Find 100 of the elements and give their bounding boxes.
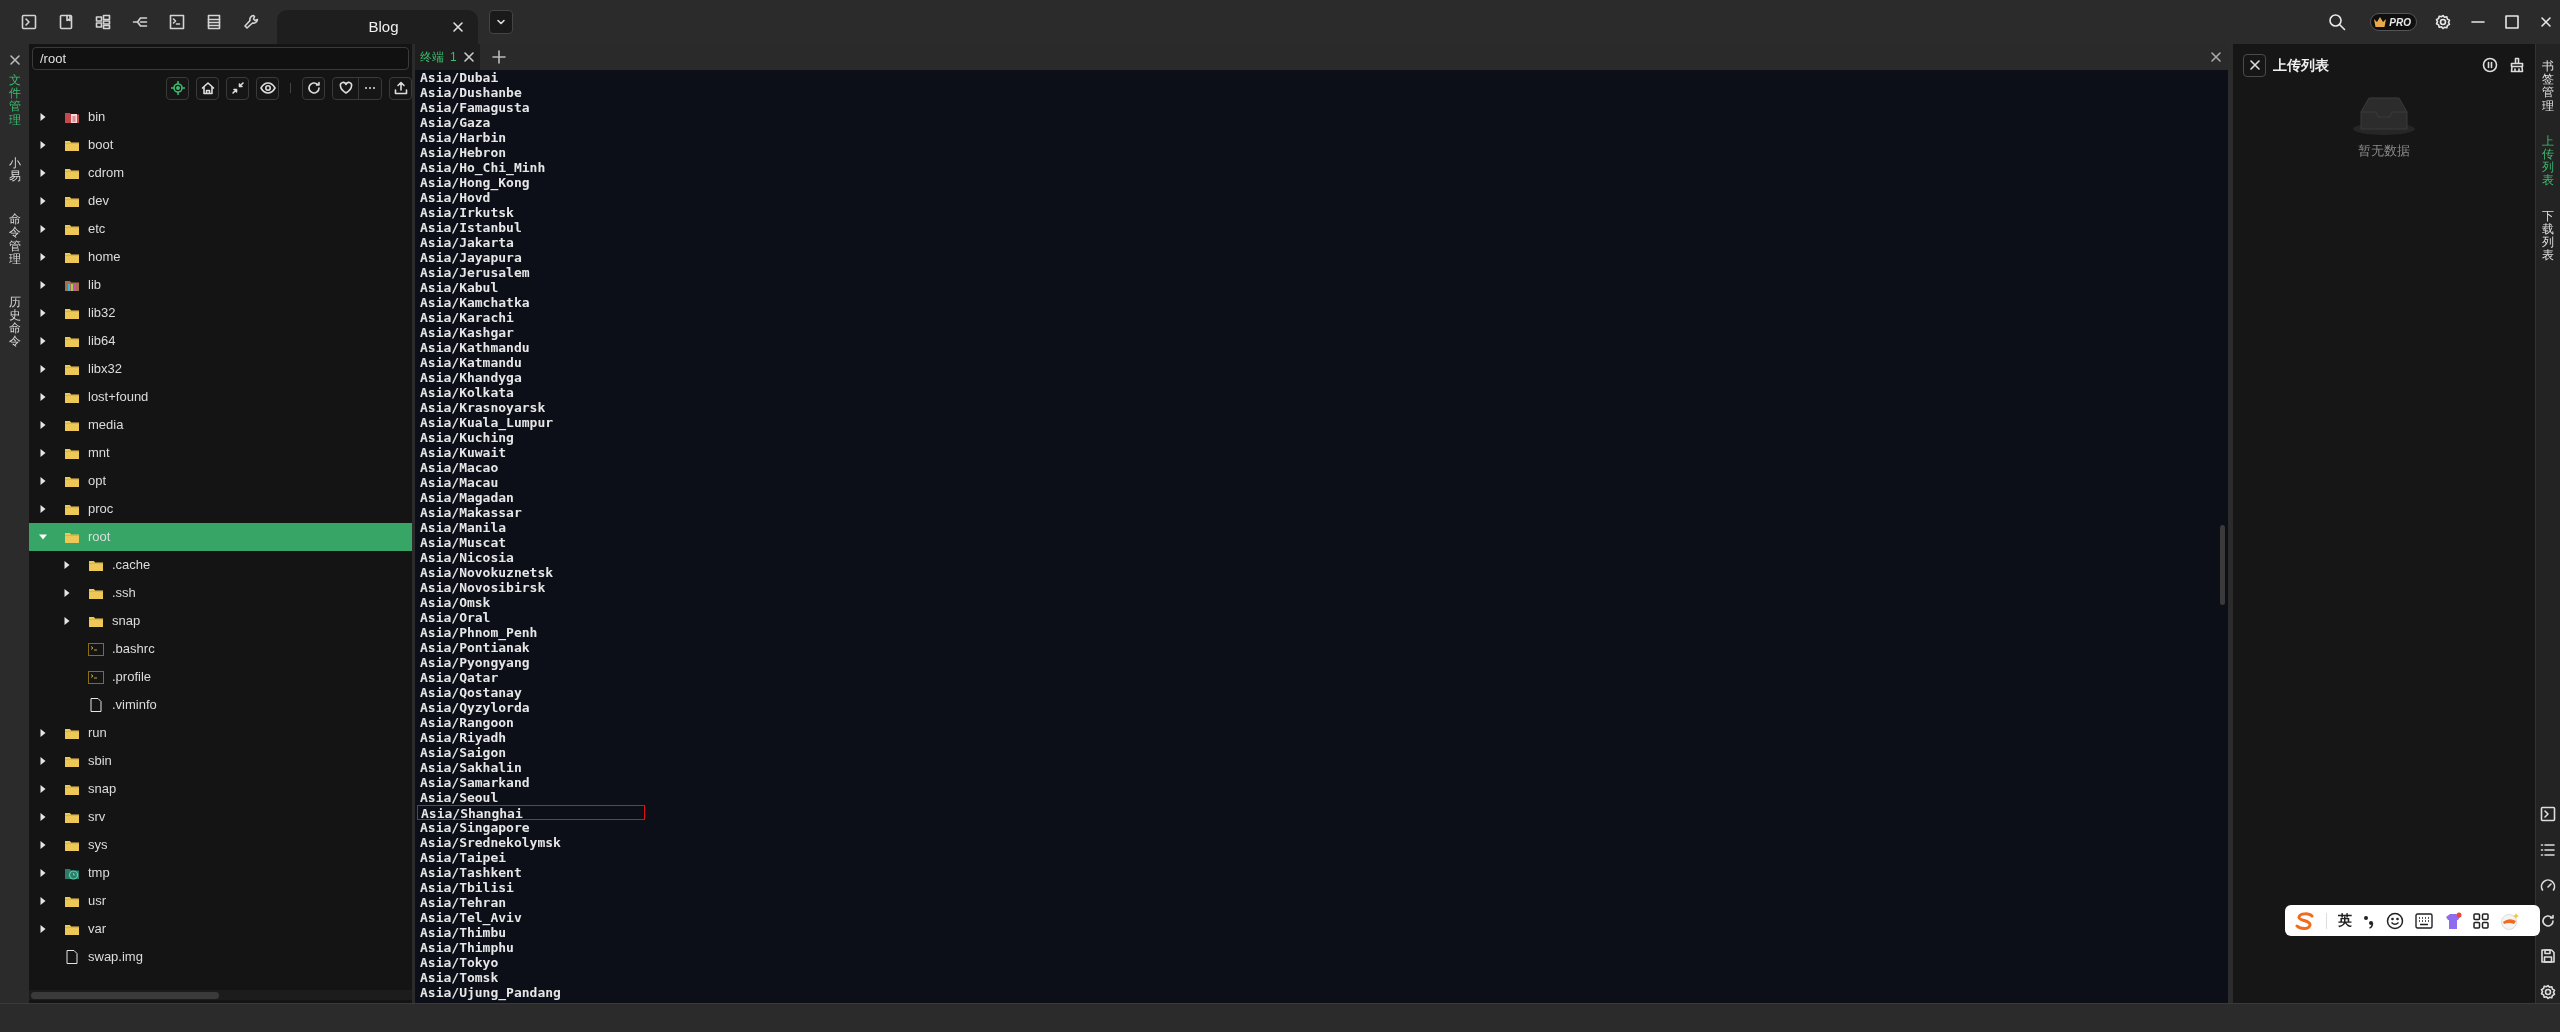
expand-caret-icon[interactable]: [39, 140, 47, 150]
save-icon[interactable]: [2540, 948, 2556, 964]
console-icon[interactable]: [169, 14, 185, 30]
pro-badge[interactable]: PRO: [2370, 13, 2417, 31]
emoji-icon[interactable]: [2386, 911, 2404, 930]
file-name[interactable]: run: [88, 723, 107, 743]
search-icon[interactable]: [2328, 13, 2347, 31]
expand-caret-icon[interactable]: [39, 392, 47, 402]
list-icon[interactable]: [2540, 842, 2556, 858]
sidebar-tab[interactable]: 书签管理: [2542, 60, 2554, 113]
scrollbar-thumb[interactable]: [31, 991, 219, 999]
clear-icon[interactable]: [2509, 57, 2525, 73]
expand-caret-icon[interactable]: [39, 420, 47, 430]
file-name[interactable]: .bashrc: [112, 639, 155, 659]
expand-caret-icon[interactable]: [39, 168, 47, 178]
sidebar-tab[interactable]: 上传列表: [2542, 134, 2554, 188]
settings-icon[interactable]: [2435, 14, 2451, 30]
maximize-icon[interactable]: [2504, 14, 2520, 30]
settings-icon[interactable]: [2540, 984, 2556, 1000]
close-icon[interactable]: [2538, 14, 2554, 30]
file-name[interactable]: swap.img: [88, 947, 143, 967]
file-name[interactable]: sys: [88, 835, 108, 855]
close-icon[interactable]: [450, 19, 466, 35]
ime-toolbar[interactable]: 英: [2285, 905, 2540, 936]
file-name[interactable]: dev: [88, 191, 109, 211]
dropdown-button[interactable]: [489, 10, 513, 34]
collapse-caret-icon[interactable]: [38, 533, 48, 541]
expand-caret-icon[interactable]: [39, 280, 47, 290]
file-name[interactable]: var: [88, 919, 107, 939]
layout-icon[interactable]: [95, 14, 111, 30]
pause-icon[interactable]: [2482, 57, 2498, 73]
file-name[interactable]: .viminfo: [112, 695, 157, 715]
scrollbar-thumb[interactable]: [2219, 525, 2225, 605]
sidebar-tab[interactable]: 下载列表: [2542, 209, 2554, 263]
expand-caret-icon[interactable]: [63, 588, 71, 598]
file-name[interactable]: srv: [88, 807, 106, 827]
file-name[interactable]: lib: [88, 275, 101, 295]
expand-caret-icon[interactable]: [39, 812, 47, 822]
file-name[interactable]: opt: [88, 471, 107, 491]
gauge-icon[interactable]: [2540, 878, 2556, 894]
sidebar-tab[interactable]: 小易: [8, 156, 21, 184]
refresh-button[interactable]: [302, 76, 325, 100]
expand-caret-icon[interactable]: [39, 784, 47, 794]
close-button[interactable]: [2243, 53, 2266, 77]
expand-caret-icon[interactable]: [39, 336, 47, 346]
mascot-icon[interactable]: [2500, 911, 2520, 930]
file-name[interactable]: home: [88, 247, 121, 267]
expand-caret-icon[interactable]: [39, 224, 47, 234]
keyboard-icon[interactable]: [2415, 912, 2433, 929]
wrench-icon[interactable]: [243, 14, 259, 30]
file-name[interactable]: .cache: [112, 555, 151, 575]
session-tab[interactable]: Blog: [277, 10, 478, 44]
expand-caret-icon[interactable]: [63, 560, 71, 570]
input-mode-toggle[interactable]: 英: [2338, 910, 2352, 931]
sidebar-tab[interactable]: 文件管理: [8, 74, 21, 127]
locate-button[interactable]: [166, 76, 189, 100]
bookmark-icon[interactable]: [58, 14, 74, 30]
server-icon[interactable]: [206, 14, 222, 30]
visibility-button[interactable]: [256, 76, 279, 100]
sidebar-tab[interactable]: 命令管理: [8, 213, 21, 266]
expand-caret-icon[interactable]: [39, 756, 47, 766]
file-name[interactable]: lib32: [88, 303, 116, 323]
file-name[interactable]: snap: [112, 611, 141, 631]
file-name[interactable]: tmp: [88, 863, 110, 883]
file-name[interactable]: mnt: [88, 443, 110, 463]
tree-icon[interactable]: [132, 14, 148, 30]
expand-caret-icon[interactable]: [39, 364, 47, 374]
terminal-icon[interactable]: [2540, 806, 2556, 822]
apps-icon[interactable]: [2473, 912, 2489, 929]
expand-caret-icon[interactable]: [39, 448, 47, 458]
expand-caret-icon[interactable]: [63, 616, 71, 626]
terminal-icon[interactable]: [21, 14, 37, 30]
home-button[interactable]: [196, 76, 219, 100]
close-icon[interactable]: [2210, 51, 2222, 63]
path-field[interactable]: /root: [32, 47, 409, 70]
expand-caret-icon[interactable]: [39, 308, 47, 318]
expand-caret-icon[interactable]: [39, 868, 47, 878]
terminal-tab[interactable]: 终端 1: [415, 44, 480, 70]
file-name[interactable]: lost+found: [88, 387, 149, 407]
sidebar-tab[interactable]: 历史命令: [8, 295, 21, 349]
upload-button[interactable]: [389, 76, 412, 100]
file-name[interactable]: libx32: [88, 359, 122, 379]
collapse-button[interactable]: [226, 76, 249, 100]
expand-caret-icon[interactable]: [39, 504, 47, 514]
close-icon[interactable]: [8, 54, 21, 66]
file-name[interactable]: etc: [88, 219, 106, 239]
file-name[interactable]: cdrom: [88, 163, 125, 183]
file-name[interactable]: bin: [88, 107, 106, 127]
file-name[interactable]: sbin: [88, 751, 112, 771]
expand-caret-icon[interactable]: [39, 112, 47, 122]
file-name[interactable]: boot: [88, 135, 114, 155]
shirt-icon[interactable]: [2444, 911, 2462, 930]
file-name[interactable]: proc: [88, 499, 114, 519]
expand-caret-icon[interactable]: [39, 476, 47, 486]
expand-caret-icon[interactable]: [39, 252, 47, 262]
expand-caret-icon[interactable]: [39, 840, 47, 850]
add-tab-icon[interactable]: [491, 50, 506, 64]
expand-caret-icon[interactable]: [39, 728, 47, 738]
file-name[interactable]: media: [88, 415, 124, 435]
file-name[interactable]: .profile: [112, 667, 152, 687]
